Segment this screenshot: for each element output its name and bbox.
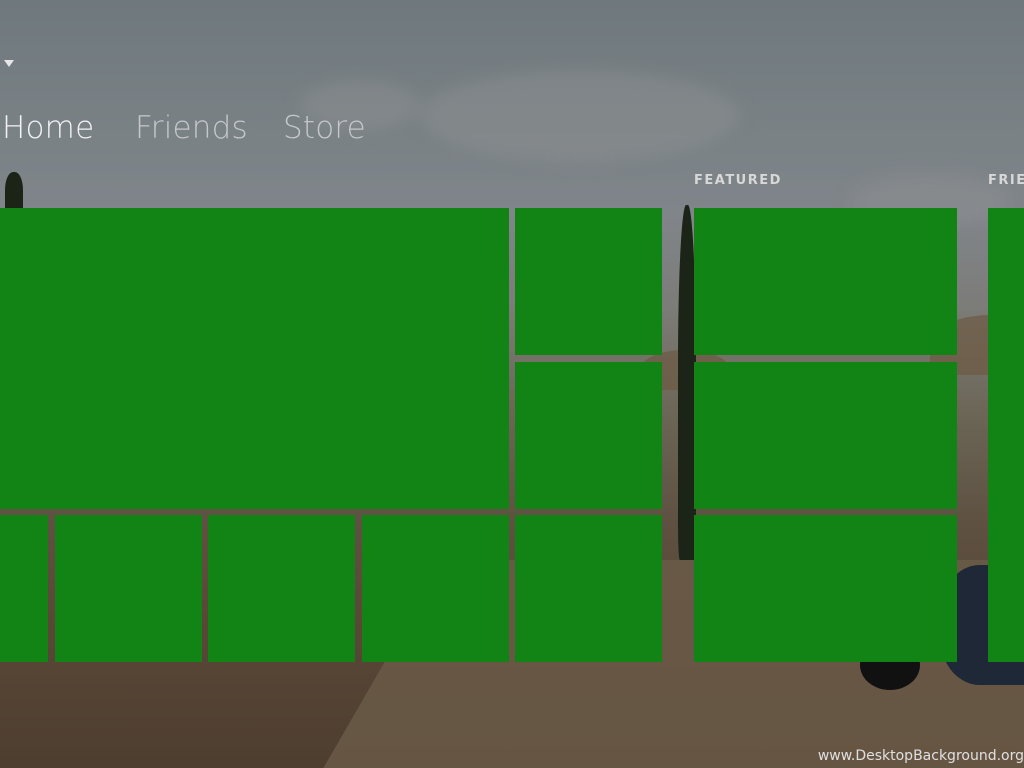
- home-tile[interactable]: [362, 515, 509, 662]
- featured-section-label: FEATURED: [694, 173, 782, 188]
- tab-home[interactable]: Home: [2, 110, 94, 146]
- featured-tile[interactable]: [694, 208, 957, 355]
- tab-friends[interactable]: Friends: [135, 110, 248, 146]
- tab-store[interactable]: Store: [283, 110, 366, 146]
- home-tile[interactable]: [515, 208, 662, 355]
- home-tile[interactable]: [515, 515, 662, 662]
- dashboard-screen: Home Friends Store FEATURED FRIEN www.De…: [0, 0, 1024, 768]
- featured-tile[interactable]: [694, 362, 957, 509]
- home-hero-tile[interactable]: [0, 208, 509, 509]
- home-tile[interactable]: [208, 515, 355, 662]
- friends-section-label: FRIEN: [988, 173, 1024, 188]
- home-tile[interactable]: [55, 515, 202, 662]
- home-tile[interactable]: [0, 515, 48, 662]
- caret-down-icon[interactable]: [4, 60, 14, 67]
- watermark-text: www.DesktopBackground.org: [817, 748, 1024, 764]
- friends-tile[interactable]: [988, 208, 1024, 662]
- home-tile[interactable]: [515, 362, 662, 509]
- featured-tile[interactable]: [694, 515, 957, 662]
- background-tree: [5, 172, 23, 212]
- background-cloud: [420, 70, 740, 160]
